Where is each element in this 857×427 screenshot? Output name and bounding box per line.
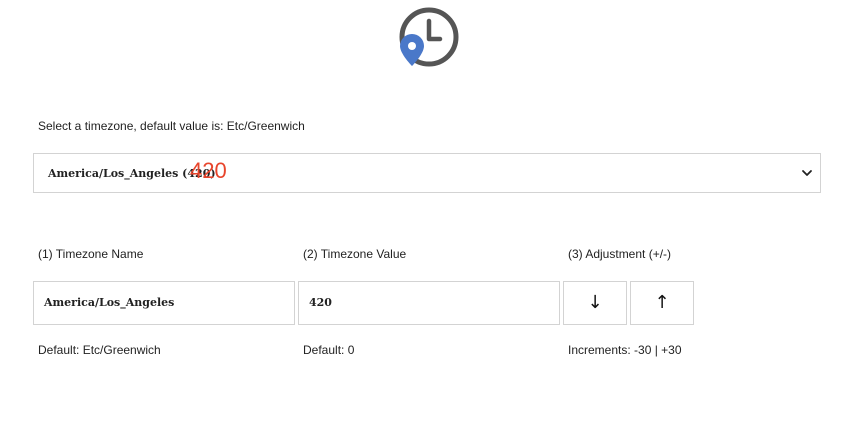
decrement-button[interactable]: ↓: [563, 281, 627, 325]
timezone-name-default-hint: Default: Etc/Greenwich: [38, 343, 161, 357]
timezone-name-value: America/Los_Angeles: [44, 296, 175, 309]
timezone-value-overlay: 420: [190, 158, 227, 183]
timezone-value-field[interactable]: 420: [298, 281, 560, 325]
timezone-select-label: Select a timezone, default value is: Etc…: [38, 119, 305, 133]
timezone-name-label: (1) Timezone Name: [38, 247, 144, 261]
clock-location-icon: [399, 7, 459, 67]
chevron-down-icon: [802, 170, 812, 176]
timezone-value-label: (2) Timezone Value: [303, 247, 407, 261]
timezone-value-default-hint: Default: 0: [303, 343, 355, 357]
increment-button[interactable]: ↑: [630, 281, 694, 325]
timezone-name-field[interactable]: America/Los_Angeles: [33, 281, 295, 325]
increments-hint: Increments: -30 | +30: [568, 343, 682, 357]
timezone-select[interactable]: America/Los_Angeles (420): [33, 153, 821, 193]
timezone-app: Select a timezone, default value is: Etc…: [0, 0, 857, 427]
timezone-value-value: 420: [309, 296, 332, 309]
adjustment-label: (3) Adjustment (+/-): [568, 247, 672, 261]
